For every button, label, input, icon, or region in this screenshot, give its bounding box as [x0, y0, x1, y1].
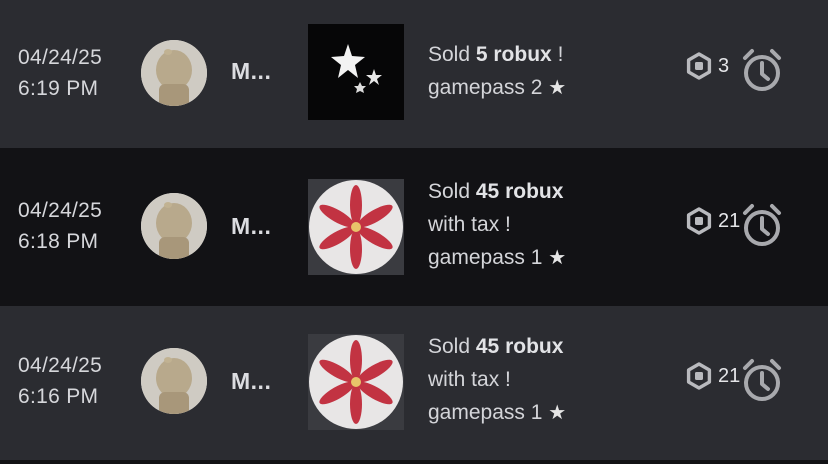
robux-icon	[686, 52, 712, 80]
sale-line-2: with tax !	[428, 368, 511, 391]
sale-row[interactable]: 04/24/25 6:19 PM M... Sold 5 robux ! gam…	[0, 0, 828, 148]
gamepass-thumbnail[interactable]	[308, 179, 404, 275]
lily-flower-icon	[308, 334, 404, 430]
gamepass-line: gamepass 1 ★	[428, 241, 566, 275]
username[interactable]: M...	[231, 213, 271, 240]
sale-verb: Sold	[428, 43, 476, 66]
sale-verb: Sold	[428, 180, 476, 203]
username[interactable]: M...	[231, 58, 271, 85]
alarm-clock-icon[interactable]	[741, 203, 783, 249]
gamepass-thumbnail[interactable]	[308, 24, 404, 120]
star-icon: ★	[548, 77, 567, 99]
robux-earned: 21	[685, 207, 740, 235]
sale-description: Sold 5 robux ! gamepass 2 ★	[428, 38, 566, 105]
sale-time: 6:18 PM	[18, 230, 99, 253]
robux-earned: 3	[685, 52, 729, 80]
sale-time: 6:19 PM	[18, 77, 99, 100]
sale-row[interactable]: 04/24/25 6:18 PM M... Sold 45 robux with…	[0, 151, 828, 303]
robux-count: 3	[718, 54, 730, 77]
sale-description: Sold 45 robux with tax ! gamepass 1 ★	[428, 330, 566, 430]
avatar-image	[141, 193, 207, 259]
avatar-image	[141, 348, 207, 414]
alarm-clock-icon[interactable]	[741, 48, 783, 94]
sale-suffix: !	[551, 43, 564, 66]
sale-date: 04/24/25	[18, 354, 103, 377]
sale-line-2: with tax !	[428, 213, 511, 236]
sale-verb: Sold	[428, 335, 476, 358]
robux-icon	[686, 207, 712, 235]
sale-line-1: Sold 45 robux	[428, 330, 566, 363]
robux-icon	[686, 362, 712, 390]
lily-flower-icon	[308, 179, 404, 275]
sale-line-1: Sold 45 robux	[428, 175, 566, 208]
robux-earned: 21	[685, 362, 740, 390]
gamepass-name: gamepass 2	[428, 76, 543, 99]
sale-amount: 5 robux	[475, 43, 552, 66]
sale-date: 04/24/25	[18, 199, 103, 222]
robux-count: 21	[718, 209, 741, 232]
sale-amount: 45 robux	[475, 335, 564, 358]
sale-line-1: Sold 5 robux !	[428, 38, 566, 71]
avatar[interactable]	[141, 40, 207, 106]
sale-amount: 45 robux	[475, 180, 564, 203]
avatar[interactable]	[141, 193, 207, 259]
stars-icon	[308, 24, 404, 120]
sale-time: 6:16 PM	[18, 385, 99, 408]
sale-date: 04/24/25	[18, 46, 103, 69]
gamepass-line: gamepass 2 ★	[428, 71, 566, 105]
robux-count: 21	[718, 364, 741, 387]
avatar-image	[141, 40, 207, 106]
gamepass-name: gamepass 1	[428, 246, 543, 269]
sale-datetime: 04/24/25 6:18 PM	[18, 195, 102, 257]
star-icon: ★	[548, 402, 567, 424]
sale-datetime: 04/24/25 6:19 PM	[18, 42, 102, 104]
username[interactable]: M...	[231, 368, 271, 395]
sale-datetime: 04/24/25 6:16 PM	[18, 350, 102, 412]
gamepass-thumbnail[interactable]	[308, 334, 404, 430]
alarm-clock-icon[interactable]	[741, 358, 783, 404]
sale-description: Sold 45 robux with tax ! gamepass 1 ★	[428, 175, 566, 275]
star-icon: ★	[548, 247, 567, 269]
avatar[interactable]	[141, 348, 207, 414]
gamepass-name: gamepass 1	[428, 401, 543, 424]
sales-list: 04/24/25 6:19 PM M... Sold 5 robux ! gam…	[0, 0, 828, 464]
sale-row[interactable]: 04/24/25 6:16 PM M... Sold 45 robux with…	[0, 306, 828, 460]
gamepass-line: gamepass 1 ★	[428, 396, 566, 430]
